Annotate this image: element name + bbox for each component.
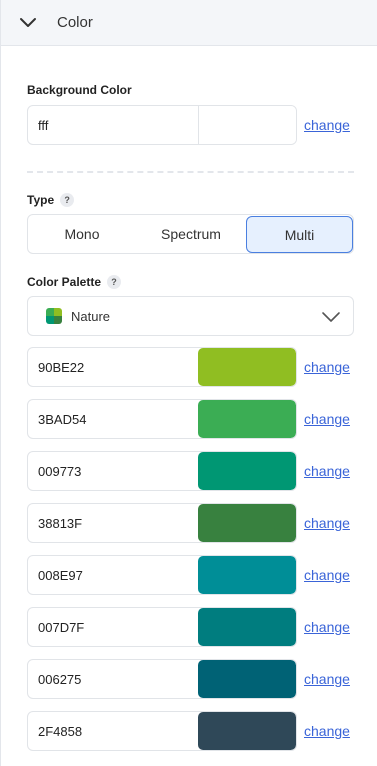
color-swatch[interactable] <box>198 348 296 386</box>
color-swatch[interactable] <box>198 556 296 594</box>
type-option-spectrum[interactable]: Spectrum <box>136 215 246 253</box>
background-color-label-text: Background Color <box>27 83 132 97</box>
palette-color-row: 009773 change <box>27 451 354 491</box>
color-hex-value[interactable]: 38813F <box>38 516 82 531</box>
palette-color-field[interactable]: 006275 <box>27 659 297 699</box>
color-hex-value[interactable]: 007D7F <box>38 620 84 635</box>
type-label-text: Type <box>27 193 55 207</box>
background-color-value[interactable]: fff <box>38 118 48 133</box>
change-link[interactable]: change <box>304 515 350 531</box>
section-title: Color <box>57 14 93 31</box>
color-palette-label: Color Palette ? <box>27 275 122 289</box>
palette-color-row: 90BE22 change <box>27 347 354 387</box>
palette-color-field[interactable]: 009773 <box>27 451 297 491</box>
color-hex-value[interactable]: 009773 <box>38 464 81 479</box>
color-hex-value[interactable]: 90BE22 <box>38 360 84 375</box>
type-segmented-control: Mono Spectrum Multi <box>27 214 354 254</box>
type-option-mono[interactable]: Mono <box>28 215 136 253</box>
background-color-label: Background Color <box>27 83 132 97</box>
palette-color-field[interactable]: 007D7F <box>27 607 297 647</box>
palette-color-row: 2F4858 change <box>27 711 354 751</box>
change-link[interactable]: change <box>304 567 350 583</box>
change-link[interactable]: change <box>304 723 350 739</box>
chevron-down-icon <box>322 312 340 322</box>
color-swatch[interactable] <box>198 452 296 490</box>
change-link[interactable]: change <box>304 619 350 635</box>
chevron-down-icon[interactable] <box>19 16 37 30</box>
change-link[interactable]: change <box>304 671 350 687</box>
divider <box>27 171 354 173</box>
palette-color-field[interactable]: 008E97 <box>27 555 297 595</box>
palette-icon <box>46 308 62 324</box>
background-change-link[interactable]: change <box>304 117 350 133</box>
palette-color-field[interactable]: 2F4858 <box>27 711 297 751</box>
color-swatch[interactable] <box>198 504 296 542</box>
color-settings-panel: Color Background Color fff change Type ?… <box>0 0 377 766</box>
color-hex-value[interactable]: 006275 <box>38 672 81 687</box>
palette-color-field[interactable]: 90BE22 <box>27 347 297 387</box>
type-label: Type ? <box>27 193 75 207</box>
type-option-multi[interactable]: Multi <box>246 216 353 253</box>
palette-color-row: 3BAD54 change <box>27 399 354 439</box>
palette-color-field[interactable]: 38813F <box>27 503 297 543</box>
color-section-header[interactable]: Color <box>1 0 377 46</box>
color-swatch[interactable] <box>198 608 296 646</box>
color-swatch[interactable] <box>198 400 296 438</box>
color-hex-value[interactable]: 008E97 <box>38 568 83 583</box>
palette-color-row: 008E97 change <box>27 555 354 595</box>
change-link[interactable]: change <box>304 411 350 427</box>
palette-color-row: 38813F change <box>27 503 354 543</box>
palette-select[interactable]: Nature <box>27 296 354 336</box>
change-link[interactable]: change <box>304 463 350 479</box>
background-color-swatch[interactable] <box>198 106 296 144</box>
change-link[interactable]: change <box>304 359 350 375</box>
background-color-row: fff change <box>27 105 354 145</box>
palette-color-row: 006275 change <box>27 659 354 699</box>
color-palette-label-text: Color Palette <box>27 275 102 289</box>
palette-selected-value: Nature <box>71 309 111 324</box>
color-swatch[interactable] <box>198 660 296 698</box>
type-help-icon[interactable]: ? <box>60 193 75 207</box>
palette-color-field[interactable]: 3BAD54 <box>27 399 297 439</box>
color-hex-value[interactable]: 2F4858 <box>38 724 82 739</box>
palette-color-row: 007D7F change <box>27 607 354 647</box>
color-hex-value[interactable]: 3BAD54 <box>38 412 86 427</box>
background-color-field[interactable]: fff <box>27 105 297 145</box>
color-swatch[interactable] <box>198 712 296 750</box>
palette-help-icon[interactable]: ? <box>107 275 122 289</box>
